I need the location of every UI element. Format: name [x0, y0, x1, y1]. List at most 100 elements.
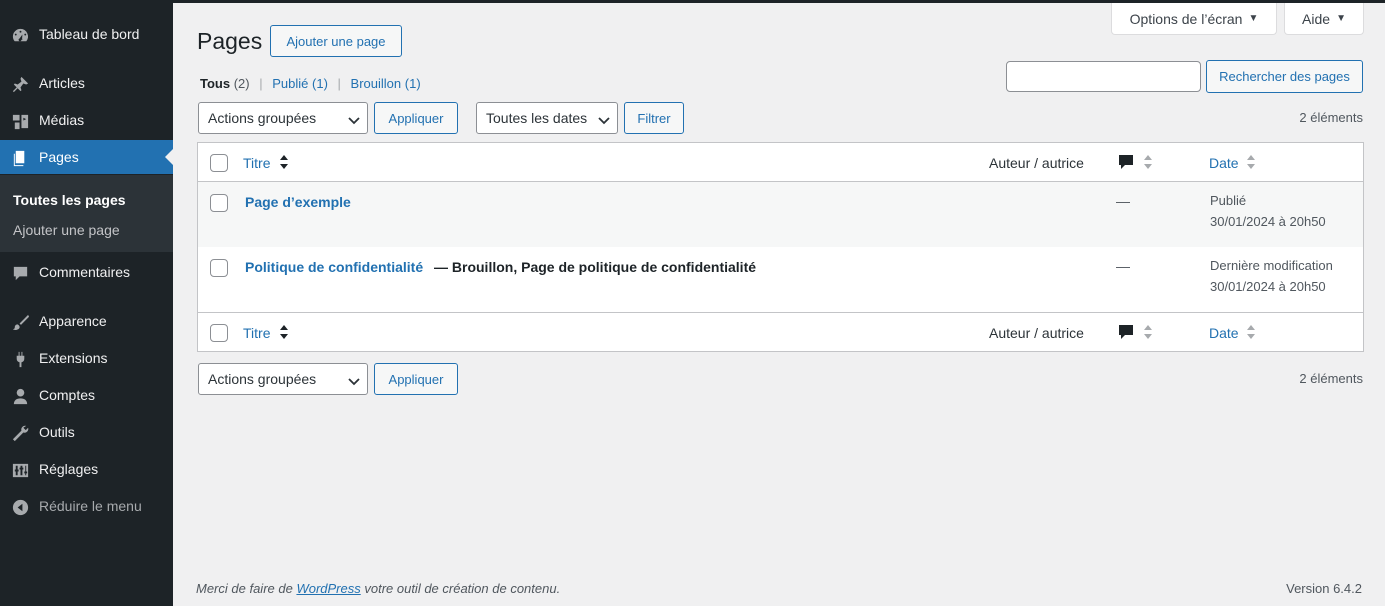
- sidebar-item-label: Articles: [39, 75, 85, 91]
- wordpress-link[interactable]: WordPress: [296, 581, 360, 596]
- views-filter: Tous (2) | Publié (1) | Brouillon (1): [200, 75, 421, 93]
- add-page-button[interactable]: Ajouter une page: [270, 25, 402, 57]
- sidebar-item-label: Réduire le menu: [39, 498, 142, 514]
- sidebar-item-label: Réglages: [39, 461, 99, 477]
- page-icon: [10, 148, 30, 168]
- screen-options-button[interactable]: Options de l’écran ▼: [1111, 3, 1277, 35]
- sort-date-link[interactable]: Date: [1209, 154, 1239, 172]
- comment-column-icon[interactable]: [1118, 154, 1134, 170]
- column-author: Auteur / autrice: [989, 155, 1084, 171]
- view-separator: |: [337, 76, 341, 91]
- wrench-icon: [10, 423, 30, 443]
- pages-table: Titre Auteur / autrice Date Page d’exemp…: [197, 142, 1364, 352]
- sort-title-link[interactable]: Titre: [243, 324, 270, 342]
- sort-icon: [1246, 325, 1256, 339]
- date-status: Dernière modification: [1210, 258, 1333, 273]
- search-input[interactable]: [1006, 61, 1201, 92]
- sidebar-item-tools[interactable]: Outils: [0, 415, 173, 449]
- sort-icon: [1143, 325, 1153, 339]
- footer-text: Merci de faire de: [196, 581, 297, 596]
- page-title: Pages: [197, 28, 263, 54]
- bulk-actions-value: Actions groupées: [208, 110, 317, 126]
- column-author: Auteur / autrice: [989, 325, 1084, 341]
- sidebar-item-dashboard[interactable]: Tableau de bord: [0, 17, 173, 51]
- submenu-item-add-page[interactable]: Ajouter une page: [13, 221, 120, 239]
- sort-title-link[interactable]: Titre: [243, 154, 270, 172]
- filter-button[interactable]: Filtrer: [624, 102, 684, 134]
- select-all-checkbox[interactable]: [210, 324, 228, 342]
- apply-button[interactable]: Appliquer: [374, 102, 458, 134]
- sort-date-link[interactable]: Date: [1209, 324, 1239, 342]
- sidebar-item-label: Commentaires: [39, 264, 131, 280]
- bulk-actions-value: Actions groupées: [208, 371, 317, 387]
- view-all-count: (2): [233, 76, 250, 91]
- sidebar-item-label: Médias: [39, 112, 85, 128]
- chevron-down-icon: [348, 374, 360, 386]
- sidebar-item-medias[interactable]: Médias: [0, 103, 173, 137]
- sidebar-item-pages[interactable]: Pages: [0, 140, 173, 174]
- table-row: Page d’exemple — Publié 30/01/2024 à 20h…: [198, 182, 1363, 247]
- sidebar-item-label: Apparence: [39, 313, 107, 329]
- row-post-state: — Brouillon, Page de politique de confid…: [434, 259, 757, 275]
- pin-icon: [10, 74, 30, 94]
- items-count-bottom: 2 éléments: [1299, 371, 1363, 386]
- sidebar-item-articles[interactable]: Articles: [0, 66, 173, 100]
- submenu-item-all-pages[interactable]: Toutes les pages: [13, 191, 126, 209]
- date-value: 30/01/2024 à 20h50: [1210, 214, 1326, 229]
- comment-column-icon[interactable]: [1118, 324, 1134, 340]
- bulk-actions-select[interactable]: Actions groupées: [198, 102, 368, 134]
- chevron-down-icon: [598, 113, 610, 125]
- footer-text: votre outil de création de contenu.: [360, 581, 561, 596]
- help-button[interactable]: Aide ▼: [1284, 3, 1364, 35]
- row-title-link[interactable]: Politique de confidentialité: [245, 258, 423, 276]
- date-status: Publié: [1210, 193, 1247, 208]
- settings-sliders-icon: [10, 460, 30, 480]
- sidebar-item-extensions[interactable]: Extensions: [0, 341, 173, 375]
- view-all-link[interactable]: Tous: [200, 76, 230, 91]
- apply-button-bottom[interactable]: Appliquer: [374, 363, 458, 395]
- dates-select[interactable]: Toutes les dates: [476, 102, 618, 134]
- sort-icon: [279, 155, 289, 169]
- sidebar-item-label: Tableau de bord: [39, 26, 140, 42]
- row-checkbox[interactable]: [210, 259, 228, 277]
- sidebar-item-label: Outils: [39, 424, 75, 440]
- view-separator: |: [259, 76, 263, 91]
- user-icon: [10, 386, 30, 406]
- table-footer-row: Titre Auteur / autrice Date: [198, 312, 1363, 351]
- items-count: 2 éléments: [1299, 110, 1363, 125]
- sidebar-item-settings[interactable]: Réglages: [0, 452, 173, 486]
- sidebar-item-appearance[interactable]: Apparence: [0, 304, 173, 338]
- search-pages-button[interactable]: Rechercher des pages: [1206, 60, 1363, 93]
- sidebar-item-accounts[interactable]: Comptes: [0, 378, 173, 412]
- sidebar-item-label: Pages: [39, 149, 79, 165]
- comment-icon: [10, 263, 30, 283]
- media-icon: [10, 111, 30, 131]
- collapse-icon: [10, 497, 30, 517]
- sidebar-item-label: Extensions: [39, 350, 108, 366]
- caret-down-icon: ▼: [1248, 13, 1259, 24]
- row-title-link[interactable]: Page d’exemple: [245, 193, 351, 211]
- sidebar-item-label: Comptes: [39, 387, 96, 403]
- plugin-icon: [10, 349, 30, 369]
- admin-sidebar: Tableau de bord Articles Médias Pages To…: [0, 0, 173, 606]
- sort-icon: [1143, 155, 1153, 169]
- brush-icon: [10, 312, 30, 332]
- view-draft-link[interactable]: Brouillon (1): [351, 76, 421, 91]
- bulk-actions-select-bottom[interactable]: Actions groupées: [198, 363, 368, 395]
- footer-thanks: Merci de faire de WordPress votre outil …: [196, 581, 560, 597]
- help-label: Aide: [1302, 10, 1331, 27]
- sort-icon: [1246, 155, 1256, 169]
- sort-icon: [279, 325, 289, 339]
- table-header-row: Titre Auteur / autrice Date: [198, 143, 1363, 182]
- footer-version: Version 6.4.2: [1286, 581, 1362, 596]
- sidebar-item-comments[interactable]: Commentaires: [0, 255, 173, 289]
- table-row: Politique de confidentialité — Brouillon…: [198, 247, 1363, 312]
- comments-count: —: [1116, 258, 1130, 274]
- row-checkbox[interactable]: [210, 194, 228, 212]
- comments-count: —: [1116, 193, 1130, 209]
- pages-submenu: Toutes les pages Ajouter une page: [0, 175, 173, 252]
- date-value: 30/01/2024 à 20h50: [1210, 279, 1326, 294]
- view-published-link[interactable]: Publié (1): [272, 76, 328, 91]
- sidebar-collapse-menu[interactable]: Réduire le menu: [0, 489, 173, 523]
- select-all-checkbox[interactable]: [210, 154, 228, 172]
